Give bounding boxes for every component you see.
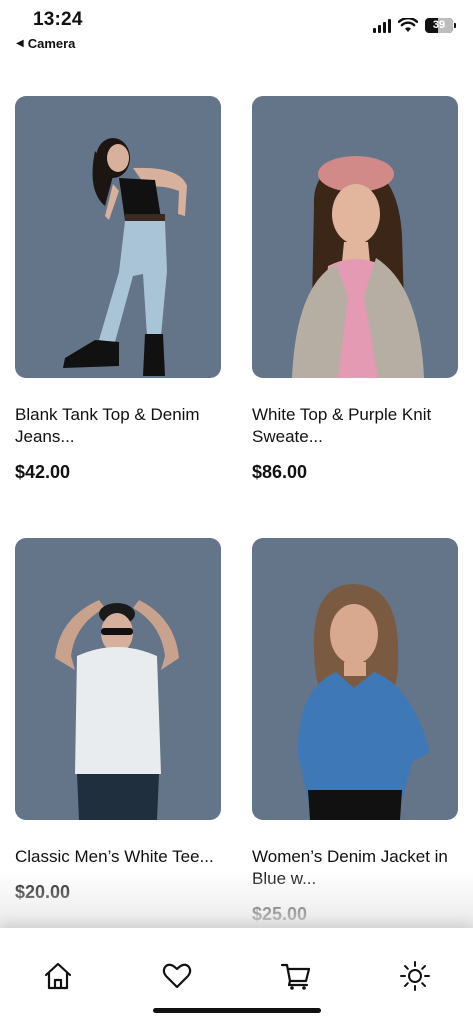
back-to-app-link[interactable]: ◀ Camera xyxy=(16,36,75,51)
product-price: $86.00 xyxy=(252,462,308,482)
cellular-signal-icon xyxy=(373,18,391,33)
tab-home[interactable] xyxy=(40,958,76,994)
back-app-label: Camera xyxy=(27,36,76,51)
product-image[interactable] xyxy=(252,538,458,820)
battery-icon: 39 xyxy=(425,18,456,33)
sun-icon xyxy=(400,961,430,991)
status-indicators: 39 xyxy=(373,18,456,33)
product-price: $20.00 xyxy=(15,882,71,902)
cart-icon xyxy=(280,963,311,990)
product-title[interactable]: Classic Men’s White Tee... xyxy=(15,846,221,868)
wifi-icon xyxy=(398,18,418,32)
product-title[interactable]: Blank Tank Top & Denim Jeans... xyxy=(15,404,221,448)
home-indicator[interactable] xyxy=(153,1008,321,1013)
home-icon xyxy=(44,962,72,990)
heart-icon xyxy=(162,963,192,989)
product-image[interactable] xyxy=(15,538,221,820)
product-card[interactable]: Blank Tank Top & Denim Jeans... $42.00 xyxy=(15,96,221,538)
product-price: $42.00 xyxy=(15,462,71,482)
product-list-screen: 13:24 ◀ Camera 39 Blank Tank Top & Denim… xyxy=(0,0,473,1024)
tab-cart[interactable] xyxy=(278,958,314,994)
product-grid: Blank Tank Top & Denim Jeans... $42.00 W… xyxy=(15,96,458,980)
product-price: $25.00 xyxy=(252,904,308,924)
product-card[interactable]: Women’s Denim Jacket in Blue w... $25.00 xyxy=(252,538,458,980)
tab-theme[interactable] xyxy=(397,958,433,994)
product-card[interactable]: Classic Men’s White Tee... $20.00 xyxy=(15,538,221,980)
product-title[interactable]: Women’s Denim Jacket in Blue w... xyxy=(252,846,458,890)
status-time: 13:24 xyxy=(33,9,83,30)
status-bar: 13:24 ◀ Camera 39 xyxy=(0,0,473,60)
battery-level: 39 xyxy=(432,19,446,31)
product-image[interactable] xyxy=(15,96,221,378)
tab-favorites[interactable] xyxy=(159,958,195,994)
product-card[interactable]: White Top & Purple Knit Sweate... $86.00 xyxy=(252,96,458,538)
back-triangle-icon: ◀ xyxy=(16,38,24,49)
product-title[interactable]: White Top & Purple Knit Sweate... xyxy=(252,404,458,448)
product-image[interactable] xyxy=(252,96,458,378)
